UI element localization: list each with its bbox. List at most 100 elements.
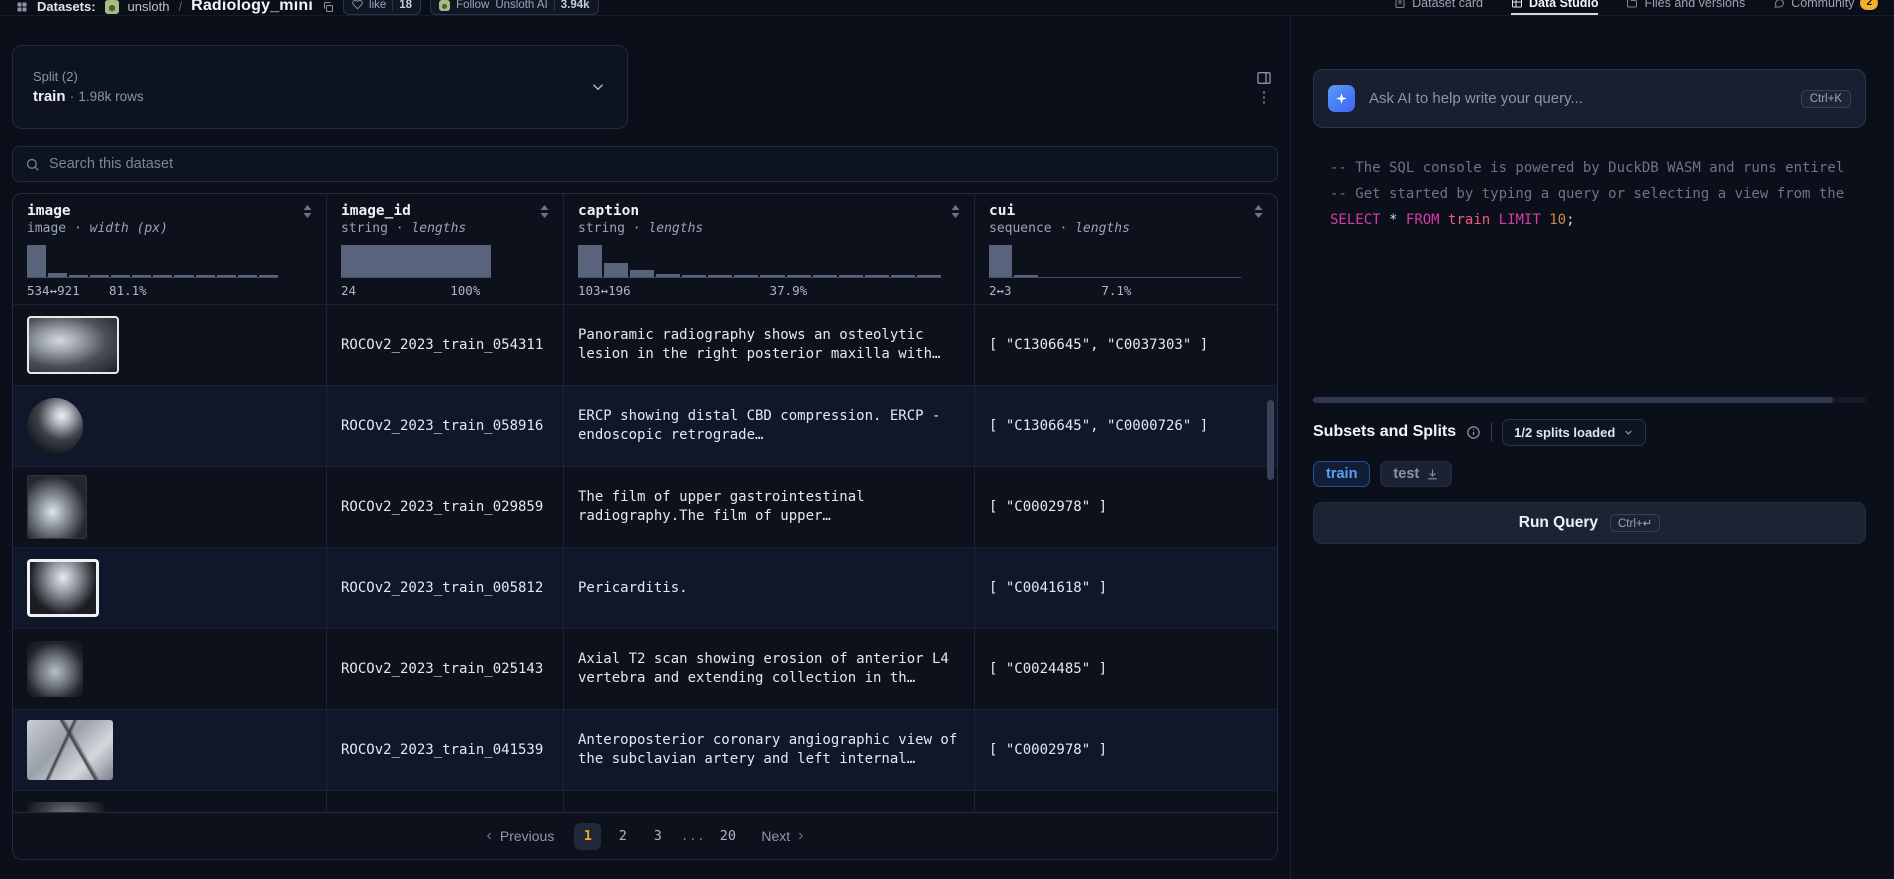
table-header-row: image image · width (px) image_id string… <box>13 194 1277 242</box>
histogram-bar <box>27 245 46 277</box>
datasets-grid-icon <box>16 1 28 13</box>
histogram-bar <box>604 263 628 277</box>
run-query-button[interactable]: Run Query Ctrl+↵ <box>1313 502 1866 544</box>
table-row[interactable]: ROCOv2_2023_train_025143 Axial T2 scan s… <box>13 628 1277 709</box>
cell-cui <box>975 791 1277 812</box>
row-image-thumbnail[interactable] <box>27 559 99 617</box>
pagination-bar: ‹ Previous 123...20 Next › <box>13 812 1277 859</box>
page-button-2[interactable]: 2 <box>609 823 636 850</box>
follow-label: Follow <box>456 0 489 11</box>
cell-image-id <box>327 791 564 812</box>
column-header-caption[interactable]: caption string · lengths <box>564 194 975 242</box>
split-chip-test[interactable]: test <box>1380 461 1452 487</box>
info-icon[interactable] <box>1466 425 1481 440</box>
row-image-thumbnail[interactable] <box>27 641 83 697</box>
datasets-breadcrumb-label[interactable]: Datasets: <box>37 0 96 14</box>
tab-community[interactable]: Community 2 <box>1773 0 1878 15</box>
page-button-1[interactable]: 1 <box>574 823 601 850</box>
table-row[interactable]: ROCOv2_2023_train_005812 Pericarditis. [… <box>13 547 1277 628</box>
column-name: caption <box>578 203 639 219</box>
toggle-columns-panel-icon[interactable] <box>1256 70 1272 86</box>
sort-icon[interactable] <box>951 205 960 218</box>
panel-divider <box>1290 16 1291 879</box>
row-image-thumbnail[interactable] <box>27 720 113 780</box>
org-avatar[interactable] <box>105 0 119 14</box>
row-image-thumbnail[interactable] <box>27 398 83 454</box>
dataset-card-icon <box>1394 0 1406 9</box>
sort-icon[interactable] <box>540 205 549 218</box>
histogram-bar <box>787 275 811 277</box>
column-header-image-id[interactable]: image_id string · lengths <box>327 194 564 242</box>
column-detail: width (px) <box>90 221 168 236</box>
histogram-bar <box>217 275 236 277</box>
follower-count: 3.94k <box>561 0 590 11</box>
tab-files-and-versions[interactable]: Files and versions <box>1626 0 1745 15</box>
column-histograms-row: 534↔921 81.1% 24 100% 103↔196 37.9% <box>13 242 1277 304</box>
split-chip-train[interactable]: train <box>1313 461 1370 487</box>
sql-editor-line: SELECT * FROM train LIMIT 10; <box>1330 207 1866 233</box>
column-name: cui <box>989 203 1015 219</box>
sql-console-panel: Ctrl+K -- The SQL console is powered by … <box>1313 69 1866 544</box>
chevron-left-icon: ‹ <box>487 827 492 845</box>
table-row[interactable]: ROCOv2_2023_train_029859 The film of upp… <box>13 466 1277 547</box>
sql-editor-line: -- Get started by typing a query or sele… <box>1330 181 1866 207</box>
table-body: ROCOv2_2023_train_054311 Panoramic radio… <box>13 304 1277 812</box>
column-header-image[interactable]: image image · width (px) <box>13 194 327 242</box>
column-detail: lengths <box>1075 221 1130 236</box>
table-row[interactable] <box>13 790 1277 812</box>
tab-dataset-card[interactable]: Dataset card <box>1394 0 1483 15</box>
org-name-link[interactable]: unsloth <box>128 0 170 14</box>
splits-loaded-dropdown[interactable]: 1/2 splits loaded <box>1502 419 1646 446</box>
horizontal-scrollbar <box>1313 397 1866 403</box>
column-header-cui[interactable]: cui sequence · lengths <box>975 194 1277 242</box>
cell-image-id: ROCOv2_2023_train_005812 <box>327 548 564 628</box>
cell-cui: [ "C1306645", "C0000726" ] <box>975 386 1277 466</box>
cell-caption: Pericarditis. <box>564 548 975 628</box>
sort-icon[interactable] <box>303 205 312 218</box>
next-label: Next <box>761 828 790 844</box>
next-page-button[interactable]: Next › <box>761 827 803 845</box>
vertical-scrollbar-thumb[interactable] <box>1267 400 1274 480</box>
cell-caption: Anteroposterior coronary angiographic vi… <box>564 710 975 790</box>
histogram-bar <box>708 275 732 277</box>
row-image-thumbnail[interactable] <box>27 802 105 812</box>
stat-percent: 100% <box>450 283 480 298</box>
split-chips: train test <box>1313 461 1866 487</box>
ask-ai-input[interactable] <box>1369 90 1787 107</box>
breadcrumb-separator: / <box>178 0 182 14</box>
search-icon <box>25 157 40 172</box>
table-row[interactable]: ROCOv2_2023_train_058916 ERCP showing di… <box>13 385 1277 466</box>
histogram-bar <box>839 275 863 277</box>
histogram-bar <box>891 275 915 277</box>
split-chip-label: train <box>1326 466 1357 482</box>
table-row[interactable]: ROCOv2_2023_train_041539 Anteroposterior… <box>13 709 1277 790</box>
horizontal-scrollbar-thumb[interactable] <box>1313 397 1833 403</box>
histogram-bar <box>865 275 889 277</box>
previous-page-button[interactable]: ‹ Previous <box>487 827 555 845</box>
previous-label: Previous <box>500 828 554 844</box>
tab-data-studio[interactable]: Data Studio <box>1511 0 1598 15</box>
cell-caption: Panoramic radiography shows an osteolyti… <box>564 305 975 385</box>
page-button-3[interactable]: 3 <box>644 823 671 850</box>
row-image-thumbnail[interactable] <box>27 475 87 539</box>
download-icon <box>1426 468 1439 481</box>
dataset-title[interactable]: Radiology_mini <box>191 0 313 15</box>
page-button-20[interactable]: 20 <box>714 823 741 850</box>
sql-editor[interactable]: -- The SQL console is powered by DuckDB … <box>1313 143 1866 397</box>
split-selector[interactable]: Split (2) train · 1.98k rows <box>12 45 628 129</box>
copy-icon[interactable] <box>322 1 334 13</box>
column-dtype: sequence <box>989 221 1052 236</box>
row-image-thumbnail[interactable] <box>27 316 119 374</box>
dataset-search <box>12 146 1278 182</box>
like-button[interactable]: like 18 <box>343 0 421 15</box>
follow-button[interactable]: Follow Unsloth AI 3.94k <box>430 0 598 15</box>
kebab-menu-icon[interactable]: ⋮ <box>1257 91 1272 105</box>
tab-label: Files and versions <box>1644 0 1745 10</box>
chevron-right-icon: › <box>798 827 803 845</box>
table-row[interactable]: ROCOv2_2023_train_054311 Panoramic radio… <box>13 304 1277 385</box>
column-detail: lengths <box>411 221 466 236</box>
search-input[interactable] <box>49 156 1265 172</box>
sort-icon[interactable] <box>1254 205 1263 218</box>
heart-icon <box>352 0 363 10</box>
histogram-bar <box>174 275 193 277</box>
